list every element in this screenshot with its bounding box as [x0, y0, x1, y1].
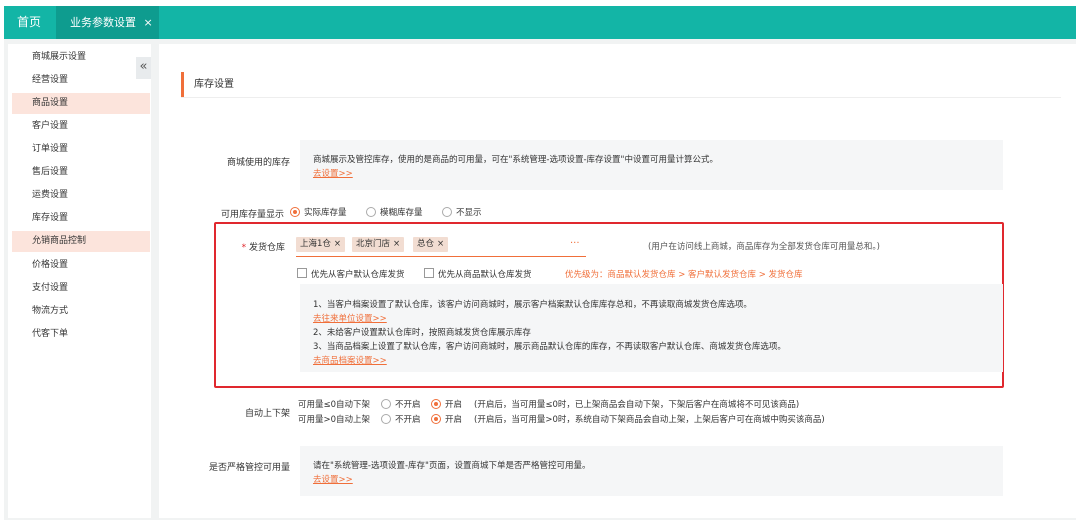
sidebar-item-after-sale[interactable]: 售后设置	[12, 162, 150, 183]
radio-hide-stock[interactable]	[442, 207, 452, 217]
collapse-sidebar-icon[interactable]: «	[136, 57, 151, 79]
close-icon[interactable]: ×	[393, 239, 400, 249]
tag-label: 总仓	[417, 239, 435, 249]
mall-stock-box	[300, 140, 1003, 190]
radio-auto-off-disable[interactable]	[381, 399, 391, 409]
partner-settings-link[interactable]: 去往来单位设置>>	[313, 312, 387, 324]
warehouse-label-text: 发货仓库	[248, 243, 285, 253]
sidebar-item-sale-control[interactable]: 允销商品控制	[12, 231, 150, 252]
strict-control-box	[300, 446, 1003, 496]
note-3: 3、当商品档案上设置了默认仓库，客户访问商城时，展示商品默认仓库的库存，不再读取…	[313, 342, 786, 352]
auto-off-shelf-label: 可用量≤0自动下架	[298, 400, 371, 410]
mall-stock-desc: 商城展示及管控库存，使用的是商品的可用量，可在"系统管理-选项设置-库存设置"中…	[313, 155, 718, 165]
sidebar-item-price[interactable]: 价格设置	[12, 255, 150, 276]
sidebar-item-freight[interactable]: 运费设置	[12, 185, 150, 206]
radio-auto-off-disable-label: 不开启	[395, 400, 421, 410]
tab-label: 业务参数设置	[70, 16, 136, 29]
radio-auto-off-enable[interactable]	[431, 399, 441, 409]
warehouse-select-underline[interactable]	[296, 256, 586, 257]
radio-actual-stock[interactable]	[290, 207, 300, 217]
warehouse-hint: (用户在访问线上商城，商品库存为全部发货仓库可用量总和。)	[648, 242, 880, 252]
radio-auto-on-disable[interactable]	[381, 414, 391, 424]
sidebar-item-customer[interactable]: 客户设置	[12, 116, 150, 137]
radio-auto-on-enable-label: 开启	[445, 415, 463, 425]
radio-auto-off-enable-label: 开启	[445, 400, 463, 410]
sidebar-item-logistics[interactable]: 物流方式	[12, 301, 150, 322]
radio-actual-stock-label: 实际库存量	[304, 208, 347, 218]
checkbox-product-default[interactable]	[424, 268, 434, 278]
sidebar-item-order[interactable]: 订单设置	[12, 139, 150, 160]
note-1: 1、当客户档案设置了默认仓库，该客户访问商城时，展示客户档案默认仓库库存总和，不…	[313, 300, 752, 310]
tab-home[interactable]: 首页	[4, 6, 54, 39]
more-icon[interactable]: ···	[570, 238, 580, 249]
auto-on-note: (开启后，当可用量>0时，系统自动下架商品会自动上架，上架后客户可在商城中购买该…	[474, 415, 825, 425]
warehouse-tag[interactable]: 北京门店 ×	[352, 237, 405, 252]
auto-on-shelf-label: 可用量>0自动上架	[298, 415, 371, 425]
tag-label: 北京门店	[356, 239, 391, 249]
auto-off-note: (开启后，当可用量≤0时，已上架商品会自动下架，下架后客户在商城将不可见该商品)	[474, 400, 800, 410]
section-title: 库存设置	[181, 72, 234, 97]
strict-control-desc: 请在"系统管理-选项设置-库存"页面，设置商城下单是否严格管控可用量。	[313, 461, 591, 471]
close-icon[interactable]: ×	[437, 239, 444, 249]
tag-label: 上海1仓	[300, 239, 331, 249]
sidebar-item-product[interactable]: 商品设置	[12, 93, 150, 114]
checkbox-customer-default[interactable]	[297, 268, 307, 278]
display-label: 可用库存量显示	[220, 210, 284, 220]
top-tab-bar: 首页 业务参数设置 ×	[4, 6, 1076, 39]
sidebar-item-operation[interactable]: 经营设置	[12, 70, 150, 91]
close-icon[interactable]: ×	[144, 16, 153, 29]
priority-text: 优先级为：商品默认发货仓库 > 客户默认发货仓库 > 发货仓库	[565, 270, 803, 280]
radio-fuzzy-stock-label: 模糊库存量	[380, 208, 423, 218]
sidebar-item-proxy-order[interactable]: 代客下单	[12, 324, 150, 345]
sidebar: 商城展示设置 经营设置 商品设置 客户设置 订单设置 售后设置 运费设置 库存设…	[8, 44, 151, 518]
checkbox-customer-default-label: 优先从客户默认仓库发货	[311, 270, 405, 280]
sidebar-item-payment[interactable]: 支付设置	[12, 278, 150, 299]
warehouse-tag[interactable]: 上海1仓 ×	[296, 237, 346, 252]
radio-auto-on-enable[interactable]	[431, 414, 441, 424]
auto-shelf-label: 自动上下架	[244, 409, 290, 419]
mall-stock-label: 商城使用的库存	[226, 158, 290, 168]
section-divider	[181, 97, 1061, 98]
warehouse-tag[interactable]: 总仓 ×	[413, 237, 449, 252]
product-settings-link[interactable]: 去商品档案设置>>	[313, 354, 387, 366]
note-2: 2、未给客户设置默认仓库时，按照商城发货仓库展示库存	[313, 328, 531, 338]
radio-fuzzy-stock[interactable]	[366, 207, 376, 217]
sidebar-item-stock[interactable]: 库存设置	[12, 208, 150, 229]
required-mark: *	[241, 243, 247, 253]
warehouse-label: * 发货仓库	[230, 240, 285, 253]
tab-business-settings[interactable]: 业务参数设置 ×	[56, 6, 159, 39]
close-icon[interactable]: ×	[334, 239, 341, 249]
sidebar-item-mall-display[interactable]: 商城展示设置	[12, 47, 150, 68]
mall-stock-settings-link[interactable]: 去设置>>	[313, 167, 353, 179]
strict-control-label: 是否严格管控可用量	[208, 463, 290, 473]
checkbox-product-default-label: 优先从商品默认仓库发货	[438, 270, 532, 280]
radio-auto-on-disable-label: 不开启	[395, 415, 421, 425]
strict-settings-link[interactable]: 去设置>>	[313, 473, 353, 485]
radio-hide-stock-label: 不显示	[456, 208, 482, 218]
